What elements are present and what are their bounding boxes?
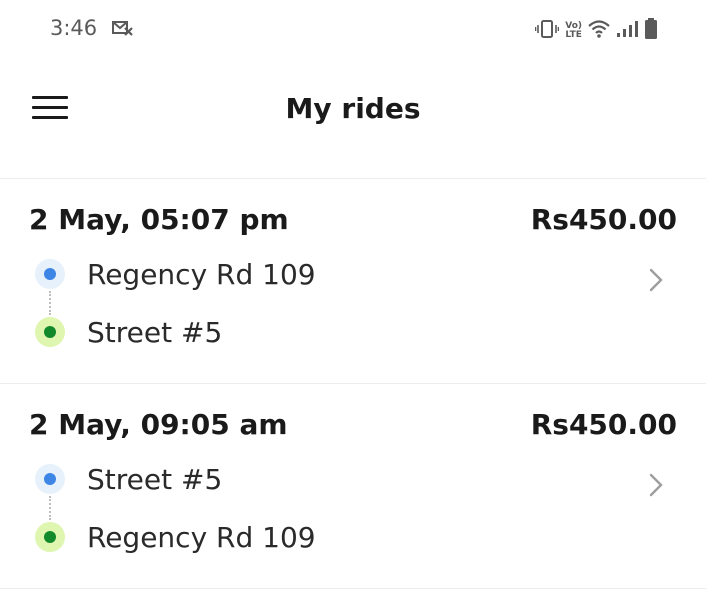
ride-card[interactable]: 2 May, 09:05 am Rs450.00 Street #5 Regen…	[0, 384, 706, 589]
pickup-dot-icon	[35, 464, 65, 494]
status-bar: 3:46 Vo) LTE	[0, 0, 706, 58]
wifi-icon	[588, 20, 610, 42]
route-connector	[49, 291, 51, 315]
page-title: My rides	[285, 92, 421, 125]
chevron-right-icon[interactable]	[648, 472, 664, 502]
dropoff-dot-icon	[35, 317, 65, 347]
pickup-label: Regency Rd 109	[87, 257, 316, 291]
envelope-x-icon	[112, 19, 134, 41]
volte-bottom-label: LTE	[565, 30, 582, 40]
dropoff-label: Regency Rd 109	[87, 520, 316, 554]
signal-icon	[616, 20, 638, 42]
pickup-stop: Regency Rd 109	[35, 257, 316, 291]
dropoff-stop: Regency Rd 109	[35, 520, 316, 554]
ride-price: Rs450.00	[530, 408, 677, 441]
ride-list: 2 May, 05:07 pm Rs450.00 Regency Rd 109 …	[0, 179, 706, 589]
pickup-stop: Street #5	[35, 462, 223, 496]
battery-icon	[644, 18, 658, 44]
ride-price: Rs450.00	[530, 203, 677, 236]
route-connector	[49, 496, 51, 520]
ride-datetime: 2 May, 05:07 pm	[29, 203, 289, 236]
app-bar: My rides	[0, 58, 706, 179]
status-icons: Vo) LTE	[534, 18, 658, 44]
ride-card[interactable]: 2 May, 05:07 pm Rs450.00 Regency Rd 109 …	[0, 179, 706, 384]
dropoff-dot-icon	[35, 522, 65, 552]
pickup-dot-icon	[35, 259, 65, 289]
vibrate-icon	[534, 19, 560, 43]
volte-icon: Vo) LTE	[565, 22, 582, 40]
ride-datetime: 2 May, 09:05 am	[29, 408, 288, 441]
pickup-label: Street #5	[87, 462, 223, 496]
dropoff-stop: Street #5	[35, 315, 223, 349]
status-time: 3:46	[50, 16, 98, 40]
dropoff-label: Street #5	[87, 315, 223, 349]
chevron-right-icon[interactable]	[648, 267, 664, 297]
